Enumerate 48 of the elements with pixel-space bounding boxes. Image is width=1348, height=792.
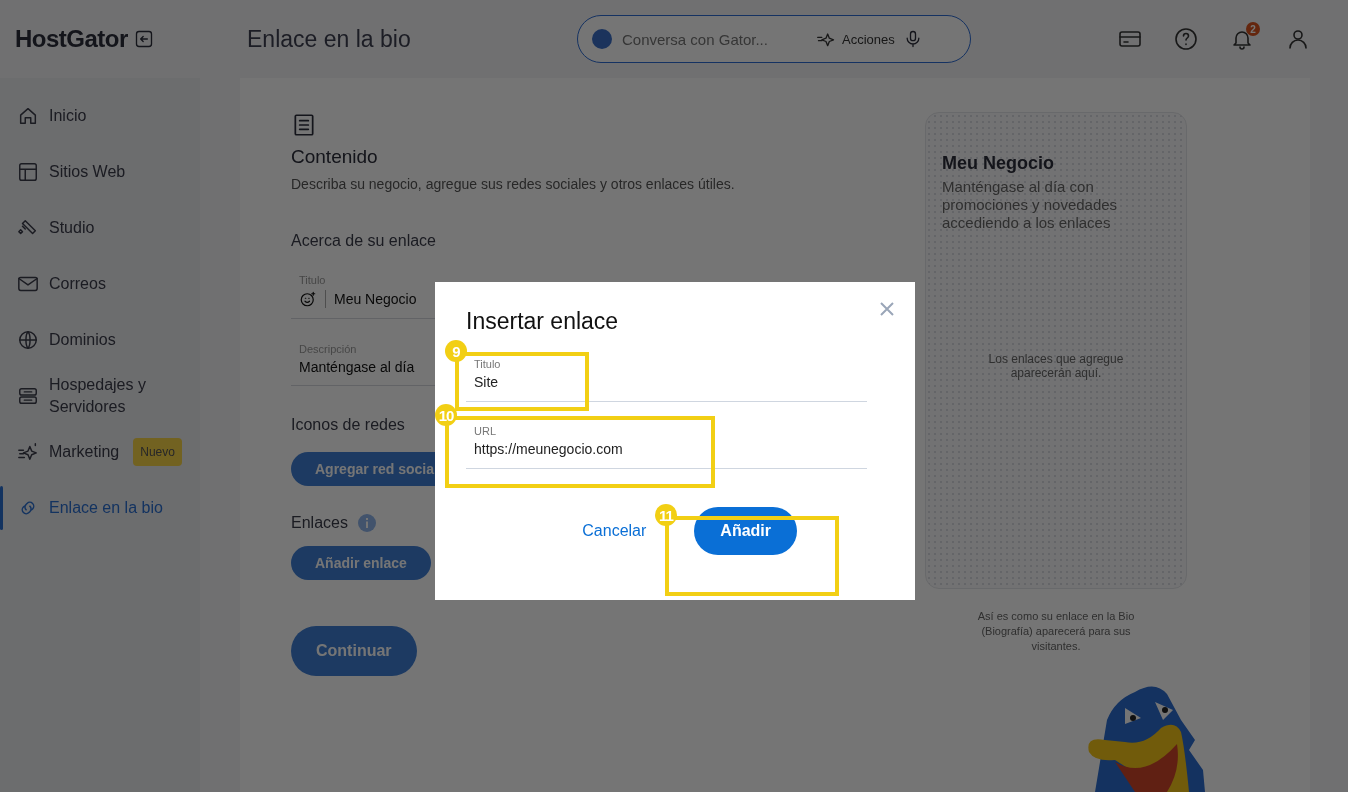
add-link-button[interactable]: Añadir enlace (291, 546, 431, 580)
sidebar-item[interactable]: Correos (0, 256, 200, 312)
actions-button[interactable]: Acciones (816, 29, 895, 49)
server-icon (17, 385, 39, 407)
close-icon[interactable] (879, 301, 895, 317)
add-button[interactable]: Añadir (694, 507, 797, 555)
user-icon (1286, 27, 1310, 51)
emoji-icon (299, 290, 317, 308)
page-title: Enlace en la bio (247, 25, 412, 53)
field-label: URL (474, 425, 496, 437)
home-icon (17, 105, 39, 127)
sidebar-item[interactable]: Enlace en la bio (0, 480, 200, 536)
sidebar-item[interactable]: Marketing Nuevo (0, 424, 200, 480)
links-heading: Enlaces (291, 514, 348, 532)
preview-caption: Así es como su enlace en la Bio (Biografía) aparecerá para sus visitantes. (976, 609, 1136, 654)
empty-links-text: Los enlaces que agregue aparecerán aquí. (987, 352, 1125, 380)
cancel-button[interactable]: Cancelar (582, 522, 647, 540)
logo-text: HostGator (15, 25, 128, 53)
section-title: Contenido (291, 146, 378, 168)
notification-badge: 2 (1246, 22, 1260, 36)
info-icon[interactable] (357, 514, 376, 532)
step-number-badge: 9 (445, 340, 467, 362)
step-number-badge: 10 (435, 404, 457, 426)
text-field[interactable]: https://meunegocio.com (474, 441, 859, 457)
text-field[interactable]: Site (474, 374, 859, 390)
document-icon (291, 112, 317, 138)
sidebar-item[interactable]: Studio (0, 200, 200, 256)
assistant-field[interactable]: Conversa con Gator... Acciones (577, 15, 971, 63)
social-heading: Iconos de redes (291, 416, 405, 434)
collapse-icon (133, 29, 154, 49)
sparkle-icon (17, 441, 39, 463)
sidebar-item[interactable]: Inicio (0, 88, 200, 144)
continue-button[interactable]: Continuar (291, 626, 417, 676)
preview-title: Meu Negocio (942, 153, 1055, 174)
globe-icon (17, 329, 39, 351)
field-label: Titulo (474, 358, 501, 370)
help-icon (1174, 27, 1198, 51)
about-heading: Acerca de su enlace (291, 232, 436, 250)
sidebar-item[interactable]: Sitios Web (0, 144, 200, 200)
sidebar-item[interactable]: Dominios (0, 312, 200, 368)
section-description: Describa su negocio, agregue sus redes sociales y otros enlaces útiles. (291, 176, 735, 192)
preview-description: Manténgase al día con promociones y novedades accediendo a los enlaces (942, 178, 1119, 232)
new-badge: Nuevo (133, 438, 182, 466)
avatar-icon (592, 29, 612, 49)
layout-icon (17, 161, 39, 183)
dialog-title: Insertar enlace (466, 308, 620, 335)
sidebar-item[interactable]: Hospedajes y Servidores (0, 368, 200, 424)
step-number-badge: 11 (655, 504, 677, 526)
